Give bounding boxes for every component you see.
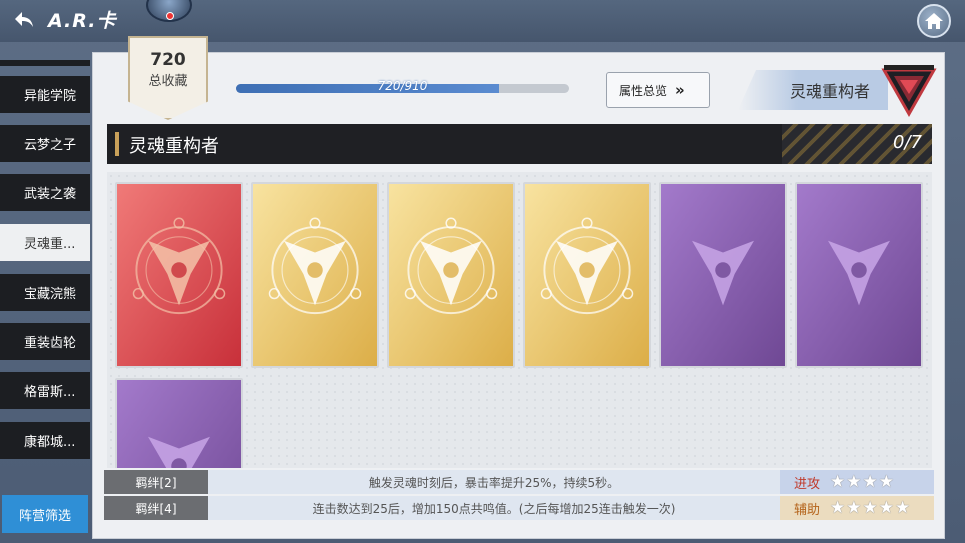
ar-card-gold[interactable] bbox=[251, 182, 379, 368]
sidebar-item-label: 异能学院 bbox=[24, 89, 77, 104]
sidebar-item-1[interactable]: 云梦之子 bbox=[0, 125, 90, 162]
rating-label: 辅助 bbox=[794, 502, 821, 518]
card-art bbox=[389, 184, 513, 366]
support-rating: 辅助 ★★★★★ bbox=[780, 496, 934, 520]
rating-label: 进攻 bbox=[794, 476, 821, 492]
sidebar-item-label: 康都城... bbox=[24, 435, 76, 450]
star-icon: ★★★★★ bbox=[830, 498, 912, 518]
star-icon: ★★★★ bbox=[830, 472, 895, 492]
sidebar-item-6[interactable]: 格雷斯... bbox=[0, 372, 90, 409]
section-accent bbox=[115, 132, 119, 156]
sidebar-item-5[interactable]: 重装齿轮 bbox=[0, 323, 90, 360]
sidebar-item-label: 重装齿轮 bbox=[24, 336, 77, 351]
sidebar-top-edge bbox=[0, 60, 90, 66]
set-emblem-icon bbox=[880, 62, 938, 118]
card-art bbox=[797, 184, 921, 366]
card-grid bbox=[107, 172, 932, 468]
sidebar-item-label: 灵魂重... bbox=[24, 237, 76, 252]
ar-card-red[interactable] bbox=[115, 182, 243, 368]
notification-dot bbox=[166, 12, 174, 20]
top-bar: A.R.卡 bbox=[0, 0, 965, 42]
sidebar-item-7[interactable]: 康都城... bbox=[0, 422, 90, 459]
home-icon[interactable] bbox=[917, 4, 951, 38]
attribute-overview-button[interactable]: 属性总览 » bbox=[606, 72, 710, 108]
mascot-avatar[interactable] bbox=[146, 0, 192, 22]
progress-text: 720/910 bbox=[377, 79, 428, 93]
bonus-description: 连击数达到25后，增加150点共鸣值。(之后每增加25连击触发一次) bbox=[312, 501, 676, 516]
faction-filter-button[interactable]: 阵营筛选 bbox=[2, 495, 88, 533]
card-art bbox=[525, 184, 649, 366]
ar-card-gold[interactable] bbox=[523, 182, 651, 368]
ar-card-purple[interactable] bbox=[115, 378, 243, 468]
section-title: 灵魂重构者 bbox=[129, 136, 219, 157]
card-art bbox=[117, 184, 241, 366]
collection-label: 总收藏 bbox=[148, 74, 188, 89]
bonus-tag: 羁绊[2] bbox=[104, 470, 208, 494]
sidebar-item-4[interactable]: 宝藏浣熊 bbox=[0, 274, 90, 311]
sidebar-item-3[interactable]: 灵魂重... bbox=[0, 224, 90, 261]
card-art bbox=[253, 184, 377, 366]
attribute-overview-label: 属性总览 bbox=[619, 83, 668, 98]
bonus-tag: 羁绊[4] bbox=[104, 496, 208, 520]
sidebar-item-2[interactable]: 武装之袭 bbox=[0, 174, 90, 211]
sidebar-item-0[interactable]: 异能学院 bbox=[0, 76, 90, 113]
bonus-row: 羁绊[2] 触发灵魂时刻后，暴击率提升25%，持续5秒。 进攻 ★★★★ bbox=[104, 470, 934, 494]
bonus-table: 羁绊[2] 触发灵魂时刻后，暴击率提升25%，持续5秒。 进攻 ★★★★ 羁绊[… bbox=[104, 470, 934, 520]
double-chevron-right-icon: » bbox=[675, 81, 685, 99]
sidebar-item-label: 格雷斯... bbox=[24, 385, 76, 400]
set-progress-count: 0/7 bbox=[893, 132, 922, 153]
set-name: 灵魂重构者 bbox=[790, 82, 871, 101]
ar-card-purple[interactable] bbox=[795, 182, 923, 368]
set-section-header: 灵魂重构者 0/7 bbox=[107, 124, 932, 164]
ar-card-gold[interactable] bbox=[387, 182, 515, 368]
sidebar-item-label: 武装之袭 bbox=[24, 187, 77, 202]
sidebar-item-label: 云梦之子 bbox=[24, 138, 77, 153]
page-title: A.R.卡 bbox=[48, 10, 117, 32]
card-art bbox=[117, 380, 241, 468]
back-arrow-icon[interactable] bbox=[10, 6, 38, 34]
ar-card-purple[interactable] bbox=[659, 182, 787, 368]
sidebar-item-label: 宝藏浣熊 bbox=[24, 287, 77, 302]
card-art bbox=[661, 184, 785, 366]
attack-rating: 进攻 ★★★★ bbox=[780, 470, 934, 494]
bonus-row: 羁绊[4] 连击数达到25后，增加150点共鸣值。(之后每增加25连击触发一次)… bbox=[104, 496, 934, 520]
collection-count: 720 bbox=[150, 50, 186, 70]
bonus-description: 触发灵魂时刻后，暴击率提升25%，持续5秒。 bbox=[368, 475, 620, 490]
